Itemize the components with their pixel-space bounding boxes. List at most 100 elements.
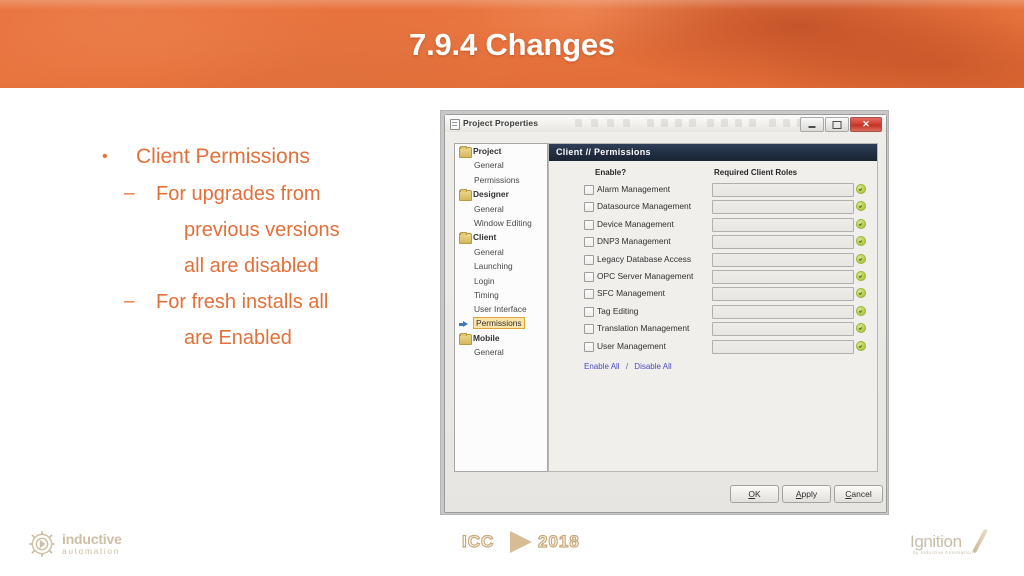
valid-check-icon <box>856 184 866 194</box>
permission-label: Translation Management <box>597 323 690 334</box>
project-properties-screenshot: Project Properties ✕ Project General Per… <box>441 111 888 514</box>
required-roles-input[interactable] <box>712 183 854 197</box>
close-icon[interactable]: ✕ <box>850 117 882 132</box>
enable-all-link[interactable]: Enable All <box>584 362 620 371</box>
dialog-button-bar: OK Apply Cancel <box>445 480 886 510</box>
cancel-rest: ancel <box>851 489 872 499</box>
required-roles-input[interactable] <box>712 339 854 354</box>
valid-check-icon <box>856 288 866 299</box>
bullet-level2-2-line1: For fresh installs all <box>156 291 329 313</box>
required-roles-input[interactable] <box>712 322 854 337</box>
permission-row: User Management <box>549 338 877 355</box>
required-roles-input[interactable] <box>712 269 854 284</box>
enable-checkbox[interactable] <box>584 289 594 300</box>
settings-tree[interactable]: Project General Permissions Designer General… <box>454 143 548 472</box>
bullet-level2-1-line3: all are disabled <box>184 255 319 277</box>
column-header-enable: Enable? <box>595 168 627 177</box>
enable-checkbox[interactable] <box>584 202 594 213</box>
cancel-button[interactable]: Cancel <box>834 485 883 503</box>
tree-item-label: Login <box>474 275 495 286</box>
arrow-right-icon <box>459 320 468 328</box>
permission-label: Legacy Database Access <box>597 253 692 264</box>
dialog-title-bar[interactable]: Project Properties ✕ <box>445 115 886 133</box>
tree-item-login[interactable]: Login <box>455 274 547 288</box>
bullet-level1: • Client Permissions <box>96 138 426 176</box>
required-roles-input[interactable] <box>712 200 854 215</box>
required-roles-input[interactable] <box>712 287 854 302</box>
tree-item-general[interactable]: General <box>455 202 547 216</box>
icc-2018-logo: ICC 2018 <box>461 528 579 558</box>
tree-item-label: Client <box>473 232 497 243</box>
permission-row: Translation Management <box>549 320 877 337</box>
tree-item-label: General <box>474 246 504 257</box>
tree-item-general[interactable]: General <box>455 345 547 359</box>
bullet-level2-1-line2: previous versions <box>184 219 340 241</box>
link-separator: / <box>625 362 629 371</box>
tree-item-permissions[interactable]: Permissions <box>455 317 547 331</box>
ignition-tagline: by Inductive Automation <box>913 550 974 555</box>
valid-check-icon <box>856 305 866 316</box>
tree-item-user-interface[interactable]: User Interface <box>455 302 547 316</box>
minimize-button[interactable] <box>800 117 824 132</box>
tree-item-label: Window Editing <box>474 217 532 228</box>
bullet-level2-1: – For upgrades from <box>96 176 426 212</box>
page-title: 7.9.4 Changes <box>409 27 615 62</box>
tree-item-window-editing[interactable]: Window Editing <box>455 216 547 230</box>
permission-label: OPC Server Management <box>597 270 694 281</box>
tree-item-general[interactable]: General <box>455 158 547 172</box>
panel-header-label: Client // Permissions <box>556 147 651 157</box>
bullet-level2-2: – For fresh installs all <box>96 284 426 320</box>
enable-checkbox[interactable] <box>584 237 594 248</box>
enable-checkbox[interactable] <box>584 254 594 265</box>
icc-label: ICC <box>461 531 495 551</box>
tree-item-mobile[interactable]: Mobile <box>455 331 547 346</box>
tree-item-timing[interactable]: Timing <box>455 288 547 302</box>
tree-item-client[interactable]: Client <box>455 230 547 245</box>
bullet-dash-icon: – <box>124 291 135 312</box>
panel-header: Client // Permissions <box>549 144 877 161</box>
tree-item-label: General <box>474 160 504 171</box>
permission-rows: Alarm Management Datasource Management Dev… <box>549 181 877 355</box>
triangle-icon <box>510 531 532 553</box>
apply-rest: pply <box>801 489 818 499</box>
ok-rest: K <box>754 489 761 499</box>
required-roles-input[interactable] <box>712 252 854 267</box>
tree-item-launching[interactable]: Launching <box>455 259 547 273</box>
dialog-title: Project Properties <box>463 118 539 128</box>
dialog-body: Project General Permissions Designer General… <box>445 132 886 512</box>
permission-label: Alarm Management <box>597 184 671 194</box>
enable-checkbox[interactable] <box>584 271 594 282</box>
automation-label: automation <box>62 546 121 556</box>
permission-label: SFC Management <box>597 288 665 299</box>
tree-item-permissions[interactable]: Permissions <box>455 173 547 187</box>
permission-label: DNP3 Management <box>597 236 671 247</box>
enable-checkbox[interactable] <box>584 219 594 230</box>
enable-checkbox[interactable] <box>584 306 594 317</box>
enable-checkbox[interactable] <box>584 341 594 352</box>
enable-checkbox[interactable] <box>584 324 594 335</box>
required-roles-input[interactable] <box>712 217 854 232</box>
tree-item-general[interactable]: General <box>455 245 547 259</box>
permission-label: Device Management <box>597 218 674 229</box>
valid-check-icon <box>856 218 866 229</box>
permission-row: DNP3 Management <box>549 233 877 250</box>
tree-item-designer[interactable]: Designer <box>455 187 547 202</box>
maximize-button[interactable] <box>825 117 849 132</box>
tree-item-label: Mobile <box>473 333 500 344</box>
valid-check-icon <box>856 236 866 247</box>
tree-item-project[interactable]: Project <box>455 144 547 158</box>
required-roles-input[interactable] <box>712 235 854 250</box>
enable-checkbox[interactable] <box>584 185 594 195</box>
window-controls: ✕ <box>799 117 882 132</box>
required-roles-input[interactable] <box>712 304 854 319</box>
ignition-logo: Ignition by Inductive Automation <box>910 528 1010 562</box>
bullet-dot-icon: • <box>102 148 108 165</box>
permission-row: Legacy Database Access <box>549 251 877 268</box>
icc-year-label: 2018 <box>537 531 580 551</box>
disable-all-link[interactable]: Disable All <box>634 362 671 371</box>
apply-button[interactable]: Apply <box>782 485 831 503</box>
ok-button[interactable]: OK <box>730 485 779 503</box>
permission-row: Device Management <box>549 216 877 233</box>
folder-icon <box>459 146 472 158</box>
ignition-label: Ignition <box>910 532 962 551</box>
